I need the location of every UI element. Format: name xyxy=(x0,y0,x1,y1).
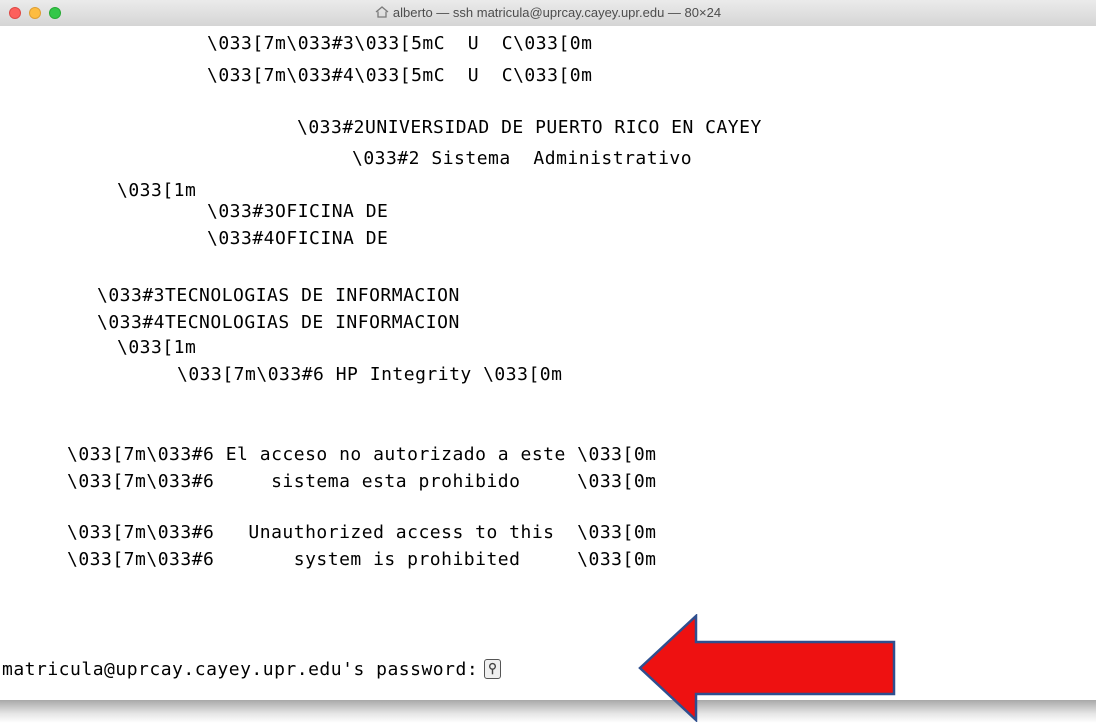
window-title-area: alberto — ssh matricula@uprcay.cayey.upr… xyxy=(0,5,1096,20)
terminal-line: \033[1m xyxy=(117,180,197,201)
arrow-annotation-icon xyxy=(638,614,896,722)
terminal-window: alberto — ssh matricula@uprcay.cayey.upr… xyxy=(0,0,1096,700)
terminal-line: \033#3OFICINA DE xyxy=(207,201,389,222)
terminal-line: \033#4OFICINA DE xyxy=(207,228,389,249)
terminal-line: \033[7m\033#6 Unauthorized access to thi… xyxy=(67,522,657,543)
title-bar[interactable]: alberto — ssh matricula@uprcay.cayey.upr… xyxy=(0,0,1096,27)
terminal-line: \033#3TECNOLOGIAS DE INFORMACION xyxy=(97,285,460,306)
terminal-output[interactable]: \033[7m\033#3\033[5mC U C\033[0m \033[7m… xyxy=(0,26,1096,700)
password-prompt: matricula@uprcay.cayey.upr.edu's passwor… xyxy=(2,659,479,680)
window-shadow xyxy=(0,700,1096,723)
terminal-line: \033#2UNIVERSIDAD DE PUERTO RICO EN CAYE… xyxy=(297,117,762,138)
terminal-line: \033#4TECNOLOGIAS DE INFORMACION xyxy=(97,312,460,333)
home-icon xyxy=(375,6,389,18)
terminal-line: \033[7m\033#6 sistema esta prohibido \03… xyxy=(67,471,657,492)
password-prompt-line[interactable]: matricula@uprcay.cayey.upr.edu's passwor… xyxy=(2,657,502,683)
terminal-line: \033[7m\033#3\033[5mC U C\033[0m xyxy=(207,33,593,54)
terminal-line: \033[7m\033#4\033[5mC U C\033[0m xyxy=(207,65,593,86)
window-title: alberto — ssh matricula@uprcay.cayey.upr… xyxy=(392,5,722,20)
terminal-line: \033[7m\033#6 El acceso no autorizado a … xyxy=(67,444,657,465)
terminal-line: \033#2 Sistema Administrativo xyxy=(352,148,693,169)
terminal-line: \033[7m\033#6 system is prohibited \033[… xyxy=(67,549,657,570)
key-icon[interactable] xyxy=(484,659,502,679)
terminal-line: \033[7m\033#6 HP Integrity \033[0m xyxy=(177,364,563,385)
terminal-line: \033[1m xyxy=(117,337,197,358)
